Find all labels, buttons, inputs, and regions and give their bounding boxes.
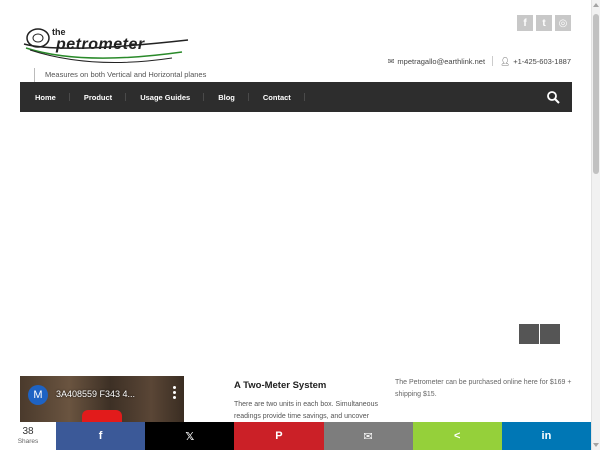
nav-item-home[interactable]: Home (20, 82, 70, 112)
share-count: 38 Shares (0, 422, 56, 450)
facebook-icon: f (98, 430, 103, 442)
video-title[interactable]: 3A408559 F343 4... (56, 389, 135, 399)
contact-phone[interactable]: +1-425-603-1887 (513, 57, 571, 66)
dribbble-icon[interactable]: ◎ (555, 15, 571, 31)
nav-item-contact[interactable]: Contact (249, 82, 305, 112)
tagline-divider (34, 68, 35, 82)
slider-next-button[interactable] (540, 324, 560, 344)
share-bar: 38 Shares f 𝕏 P ✉ < in (0, 422, 592, 450)
article-block: A Two-Meter System There are two units i… (234, 380, 384, 423)
contact-info: ✉ mpetragallo@earthlink.net 👤︎ +1-425-60… (388, 56, 571, 66)
linkedin-icon: in (541, 430, 552, 442)
hero-slider (20, 112, 572, 352)
email-icon: ✉ (363, 430, 373, 443)
more-options-icon[interactable] (173, 386, 176, 401)
contact-divider (492, 56, 494, 66)
nav-item-product[interactable]: Product (70, 82, 127, 112)
share-count-label: Shares (17, 438, 39, 445)
scroll-up-icon[interactable] (593, 3, 599, 7)
article-title: A Two-Meter System (234, 380, 327, 391)
envelope-icon: ✉ (387, 56, 395, 66)
share-facebook-button[interactable]: f (56, 422, 146, 450)
x-icon: 𝕏 (185, 430, 195, 443)
twitter-icon[interactable]: t (536, 15, 552, 31)
nav-item-blog[interactable]: Blog (204, 82, 249, 112)
share-icon: < (454, 430, 461, 442)
slider-prev-button[interactable] (519, 324, 539, 344)
purchase-text: The Petrometer can be purchased online h… (395, 379, 572, 398)
share-email-button[interactable]: ✉ (323, 422, 413, 450)
scrollbar-thumb[interactable] (593, 14, 599, 174)
scroll-down-icon[interactable] (593, 443, 599, 447)
share-pinterest-button[interactable]: P (234, 422, 324, 450)
site-tagline: Measures on both Vertical and Horizontal… (45, 70, 207, 79)
channel-avatar[interactable]: M (28, 385, 48, 405)
article-body: There are two units in each box. Simulta… (234, 401, 378, 420)
site-logo[interactable]: the petrometer (22, 26, 190, 70)
facebook-icon[interactable]: f (517, 15, 533, 31)
slider-controls (519, 324, 560, 344)
petrometer-logo-graphic: the petrometer (23, 27, 189, 63)
share-x-button[interactable]: 𝕏 (145, 422, 235, 450)
search-icon[interactable] (546, 90, 560, 104)
nav-item-usage-guides[interactable]: Usage Guides (126, 82, 205, 112)
main-nav: Home Product Usage Guides Blog Contact (20, 82, 572, 112)
share-linkedin-button[interactable]: in (501, 422, 592, 450)
contact-email[interactable]: mpetragallo@earthlink.net (397, 57, 485, 66)
user-icon: 👤︎ (500, 56, 511, 66)
social-links: f t ◎ (517, 15, 571, 31)
pinterest-icon: P (275, 430, 283, 442)
page-scrollbar[interactable] (591, 0, 600, 450)
share-generic-button[interactable]: < (412, 422, 502, 450)
share-count-number: 38 (22, 426, 34, 437)
svg-text:petrometer: petrometer (55, 36, 145, 53)
